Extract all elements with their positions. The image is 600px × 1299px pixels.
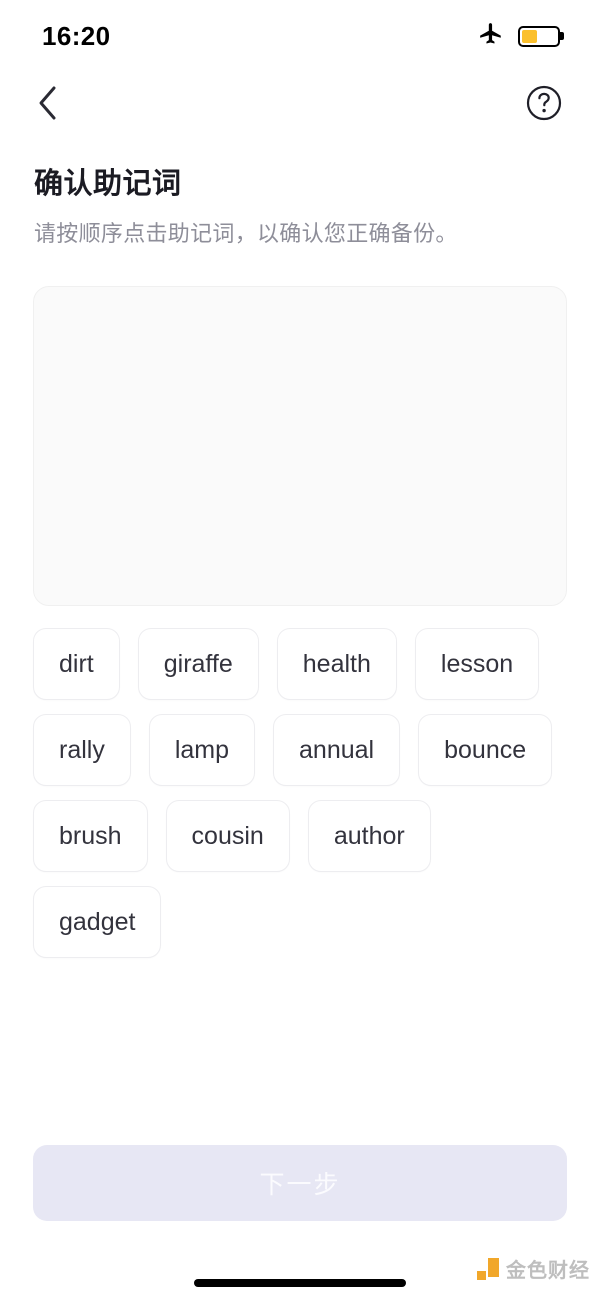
word-chip[interactable]: bounce — [418, 714, 553, 786]
watermark-label: 金色财经 — [506, 1260, 590, 1282]
header-section: 确认助记词 请按顺序点击助记词，以确认您正确备份。 — [0, 138, 600, 248]
status-time: 16:20 — [42, 20, 111, 51]
help-button[interactable] — [522, 83, 566, 127]
chevron-left-icon — [34, 84, 60, 127]
word-chip[interactable]: giraffe — [137, 628, 259, 700]
back-button[interactable] — [24, 82, 70, 128]
word-chip[interactable]: dirt — [33, 628, 120, 700]
word-chip[interactable]: lesson — [414, 628, 540, 700]
battery-icon — [518, 25, 560, 47]
page-title: 确认助记词 — [34, 168, 182, 200]
word-chip[interactable]: lamp — [148, 714, 256, 786]
home-indicator — [194, 1279, 406, 1287]
airplane-mode-icon — [478, 21, 504, 52]
word-chip[interactable]: annual — [273, 714, 401, 786]
status-indicators — [478, 21, 560, 52]
navigation-bar — [0, 72, 600, 138]
word-chip[interactable]: brush — [33, 800, 148, 872]
status-bar: 16:20 — [0, 0, 600, 72]
footer: 下一步 — [0, 1145, 600, 1221]
word-chip[interactable]: health — [276, 628, 397, 700]
watermark: 金色财经 — [477, 1254, 590, 1283]
jinse-logo-icon — [477, 1257, 499, 1280]
word-chip[interactable]: cousin — [165, 800, 290, 872]
help-circle-icon — [525, 84, 563, 127]
word-chip[interactable]: author — [307, 800, 431, 872]
next-button[interactable]: 下一步 — [33, 1145, 567, 1221]
word-chip[interactable]: rally — [33, 714, 131, 786]
page-subtitle: 请按顺序点击助记词，以确认您正确备份。 — [34, 221, 458, 246]
word-chip[interactable]: gadget — [33, 886, 162, 958]
selected-words-dropzone[interactable] — [33, 286, 567, 606]
word-pool: dirt giraffe health lesson rally lamp annual bo… — [33, 628, 567, 958]
